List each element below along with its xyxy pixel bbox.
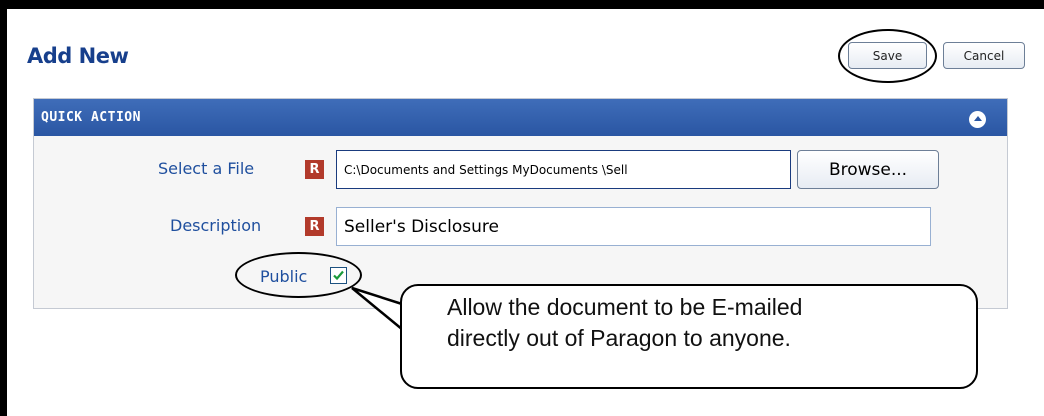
file-path-input[interactable]: C:\Documents and Settings MyDocuments \S… xyxy=(336,150,791,189)
callout-line: directly out of Paragon to anyone. xyxy=(447,325,791,351)
public-checkbox[interactable] xyxy=(330,267,347,284)
public-label: Public xyxy=(260,267,308,286)
description-input[interactable]: Seller's Disclosure xyxy=(336,207,931,246)
panel-title: QUICK ACTION xyxy=(41,110,141,125)
callout-box: Allow the document to be E-mailed direct… xyxy=(400,284,978,389)
quick-action-panel: QUICK ACTION xyxy=(33,98,1008,309)
callout-line: Allow the document to be E-mailed xyxy=(447,294,803,320)
required-icon: R xyxy=(305,217,324,236)
save-button[interactable]: Save xyxy=(848,42,927,69)
panel-header: QUICK ACTION xyxy=(34,99,1007,136)
required-icon: R xyxy=(305,160,324,179)
checkmark-icon xyxy=(333,270,344,281)
page-title: Add New xyxy=(27,44,129,68)
callout-text: Allow the document to be E-mailed direct… xyxy=(447,292,802,354)
select-file-label: Select a File xyxy=(158,159,255,178)
cancel-button[interactable]: Cancel xyxy=(943,42,1025,69)
description-label: Description xyxy=(170,216,262,235)
collapse-icon[interactable] xyxy=(969,111,986,128)
browse-button[interactable]: Browse... xyxy=(797,150,939,189)
